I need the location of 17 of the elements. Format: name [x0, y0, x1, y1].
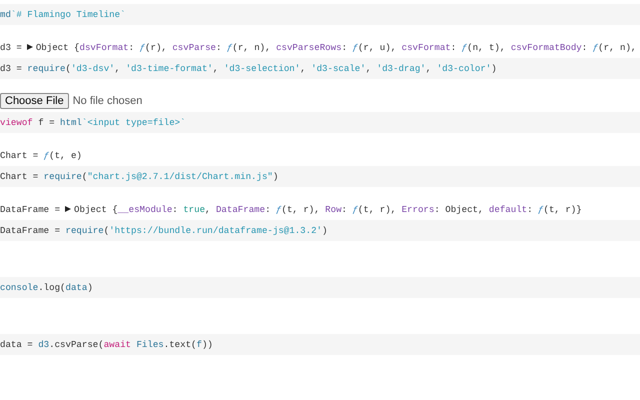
output-value: ƒ(t, e) — [44, 150, 82, 160]
code-cell[interactable]: data = d3.csvParse(await Files.text(f)) — [0, 334, 640, 355]
output-value: Object {__esModule: true, DataFrame: ƒ(t, r), Row: ƒ(t, r), Errors: Object, default: ƒ(t, r)} — [74, 204, 582, 214]
file-status-text: No file chosen — [72, 95, 142, 107]
output-variable: DataFrame = — [0, 204, 60, 214]
expand-triangle-icon[interactable] — [26, 44, 33, 50]
output-variable: d3 = — [0, 42, 22, 52]
code-cell[interactable]: Chart = require("chart.js@2.7.1/dist/Chart.min.js") — [0, 166, 640, 187]
code-cell[interactable]: md`# Flamingo Timeline` — [0, 4, 640, 25]
output-variable: Chart = — [0, 150, 38, 160]
code-cell[interactable]: console.log(data) — [0, 277, 640, 298]
code-cell[interactable]: d3 = require('d3-dsv', 'd3-time-format', 'd3-selection', 'd3-scale', 'd3-drag', 'd3-color') — [0, 58, 640, 79]
choose-file-button[interactable]: Choose File — [0, 93, 69, 109]
output-value: Object {dsvFormat: ƒ(r), csvParse: ƒ(r, n), csvParseRows: ƒ(r, u), csvFormat: ƒ(n, t), csvFormatBody: ƒ(r, n), — [36, 42, 636, 52]
code-cell[interactable]: DataFrame = require('https://bundle.run/dataframe-js@1.3.2') — [0, 220, 640, 241]
code-cell[interactable]: viewof f = html`<input type=file>` — [0, 112, 640, 133]
expand-triangle-icon[interactable] — [65, 206, 72, 212]
